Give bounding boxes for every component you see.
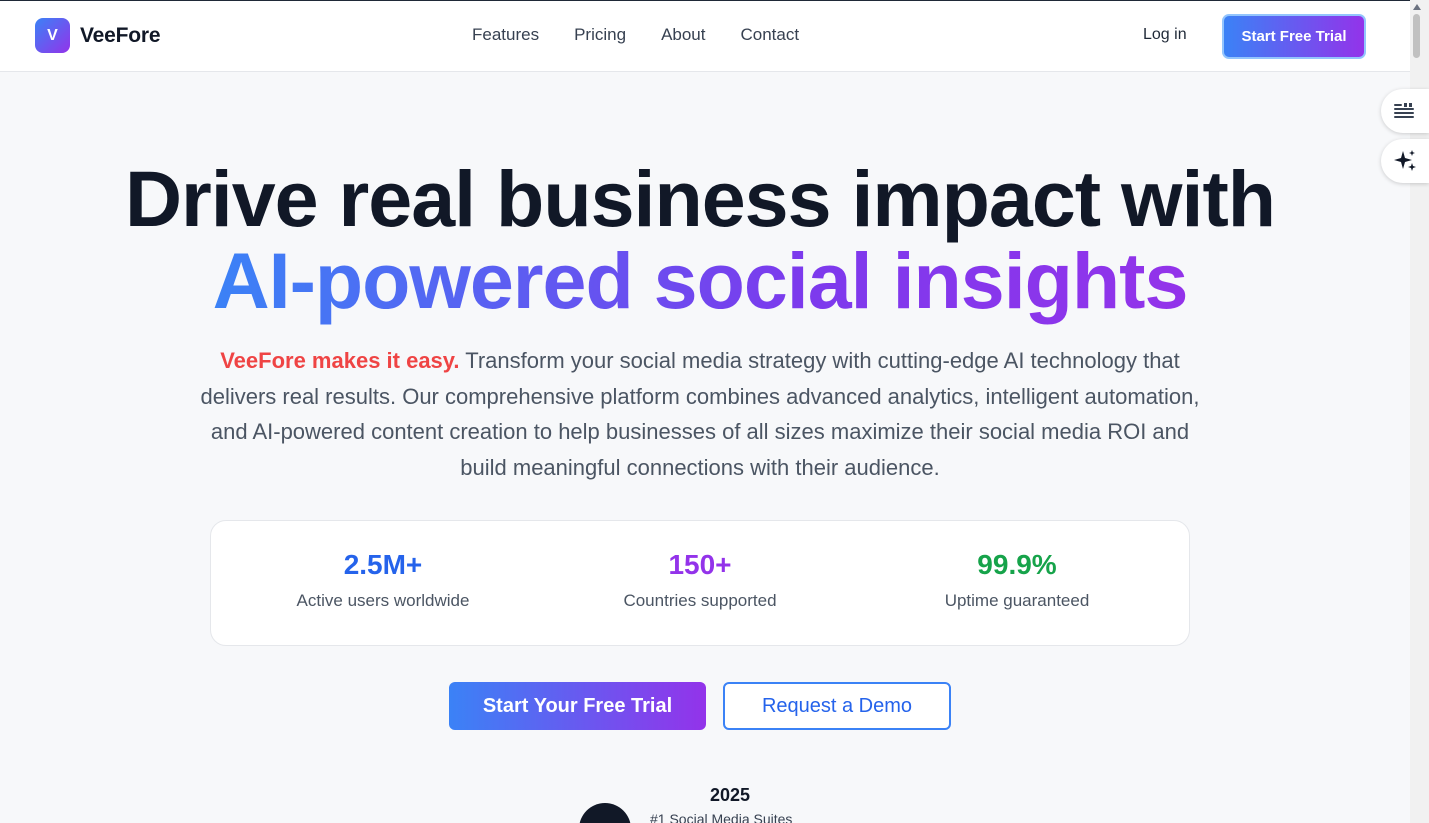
- hero-title: Drive real business impact with AI-power…: [0, 158, 1400, 322]
- award-text: #1 Social Media Suites: [650, 811, 793, 823]
- nav-link-features[interactable]: Features: [472, 25, 539, 45]
- brand-name: VeeFore: [80, 23, 161, 47]
- scroll-up-arrow-icon[interactable]: [1413, 4, 1421, 10]
- login-link[interactable]: Log in: [1143, 26, 1187, 44]
- award-badge-icon: [579, 803, 631, 823]
- hero-description: VeeFore makes it easy. Transform your so…: [200, 343, 1200, 485]
- scrollbar-thumb[interactable]: [1413, 14, 1420, 58]
- nav-link-pricing[interactable]: Pricing: [574, 25, 626, 45]
- hero-title-line2: AI-powered social insights: [212, 236, 1189, 325]
- stat-value: 2.5M+: [343, 549, 423, 580]
- stat-users: 2.5M+ Active users worldwide: [223, 549, 543, 611]
- stat-uptime: 99.9% Uptime guaranteed: [857, 549, 1177, 611]
- stat-label: Active users worldwide: [296, 591, 470, 610]
- brand-logo[interactable]: V VeeFore: [35, 18, 161, 53]
- stat-value: 150+: [668, 549, 732, 580]
- request-demo-button[interactable]: Request a Demo: [723, 682, 951, 730]
- start-your-free-trial-button[interactable]: Start Your Free Trial: [449, 682, 706, 730]
- stats-card: 2.5M+ Active users worldwide 150+ Countr…: [210, 520, 1190, 646]
- reading-list-icon: [1394, 103, 1414, 118]
- award-year: 2025: [709, 785, 751, 805]
- top-navigation: V VeeFore Features Pricing About Contact…: [0, 1, 1410, 72]
- start-free-trial-button[interactable]: Start Free Trial: [1222, 14, 1366, 59]
- reader-mode-button[interactable]: [1381, 89, 1429, 133]
- stat-label: Uptime guaranteed: [944, 591, 1090, 610]
- stat-label: Countries supported: [623, 591, 777, 610]
- nav-links: Features Pricing About Contact: [472, 25, 834, 45]
- hero-description-highlight: VeeFore makes it easy.: [220, 348, 460, 373]
- stat-countries: 150+ Countries supported: [540, 549, 860, 611]
- hero-title-line1: Drive real business impact with: [124, 154, 1276, 243]
- nav-link-about[interactable]: About: [661, 25, 705, 45]
- stat-value: 99.9%: [977, 549, 1057, 580]
- nav-link-contact[interactable]: Contact: [741, 25, 800, 45]
- logo-mark: V: [35, 18, 70, 53]
